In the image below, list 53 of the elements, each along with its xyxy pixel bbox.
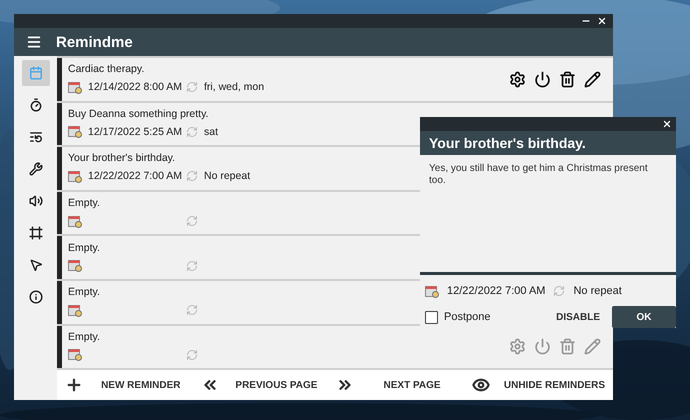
reminder-date: 12/22/2022 7:00 AM xyxy=(88,170,182,182)
repeat-icon xyxy=(186,126,198,138)
repeat-icon xyxy=(186,81,198,94)
close-icon[interactable] xyxy=(597,16,607,26)
reminder-title: Empty. xyxy=(68,242,100,254)
reminder-title: Your brother's birthday. xyxy=(68,152,176,164)
repeat-icon xyxy=(186,260,198,272)
repeat-icon xyxy=(553,285,566,297)
reminder-title: Cardiac therapy. xyxy=(68,63,144,76)
calendar-clock-icon xyxy=(68,304,82,317)
calendar-clock-icon xyxy=(425,284,439,298)
repeat-icon xyxy=(186,215,198,228)
pointer-icon xyxy=(28,258,42,272)
reminder-repeat: sat xyxy=(204,126,218,138)
eye-icon xyxy=(472,376,490,394)
repeat-icon xyxy=(186,304,198,316)
calendar-clock-icon xyxy=(68,259,82,272)
power-icon[interactable] xyxy=(534,70,551,88)
trash-icon[interactable] xyxy=(559,70,576,88)
postpone-label: Postpone xyxy=(444,311,490,323)
postpone-checkbox[interactable] xyxy=(425,310,438,324)
reminder-title: Empty. xyxy=(68,197,100,210)
calendar-clock-icon xyxy=(68,214,82,228)
list-icon xyxy=(28,130,42,144)
calendar-clock-icon xyxy=(68,80,82,94)
calendar-clock-icon xyxy=(68,348,82,362)
settings-icon[interactable] xyxy=(509,70,526,88)
plus-icon xyxy=(65,376,83,394)
calendar-clock-icon xyxy=(68,125,82,138)
ok-button[interactable]: OK xyxy=(612,306,676,328)
reminder-repeat: No repeat xyxy=(204,170,250,182)
reminder-title: Empty. xyxy=(68,286,100,298)
pencil-icon[interactable] xyxy=(584,70,601,88)
popup-date: 12/22/2022 7:00 AM xyxy=(447,285,546,297)
frame-icon xyxy=(28,226,42,240)
repeat-icon xyxy=(186,348,198,361)
menu-icon[interactable] xyxy=(26,34,42,50)
repeat-icon xyxy=(186,170,198,182)
app-title: Remindme xyxy=(56,34,133,50)
reminder-date: 12/17/2022 5:25 AM xyxy=(88,126,182,138)
speaker-icon xyxy=(28,194,42,208)
reminder-title: Buy Deanna something pretty. xyxy=(68,108,208,120)
close-icon[interactable] xyxy=(662,119,672,129)
reminder-repeat: fri, wed, mon xyxy=(204,81,264,94)
reminder-title: Empty. xyxy=(68,330,100,343)
stopwatch-icon xyxy=(28,98,42,112)
info-icon xyxy=(28,290,42,304)
calendar-icon xyxy=(28,66,42,80)
reminder-row[interactable]: Cardiac therapy. 12/14/2022 8:00 AM fri, wed, mon xyxy=(57,58,613,101)
wrench-icon xyxy=(28,162,42,176)
reminder-date: 12/14/2022 8:00 AM xyxy=(88,81,182,94)
popup-message: Yes, you still have to get him a Christmas present too. xyxy=(420,155,676,275)
calendar-clock-icon xyxy=(68,170,82,183)
